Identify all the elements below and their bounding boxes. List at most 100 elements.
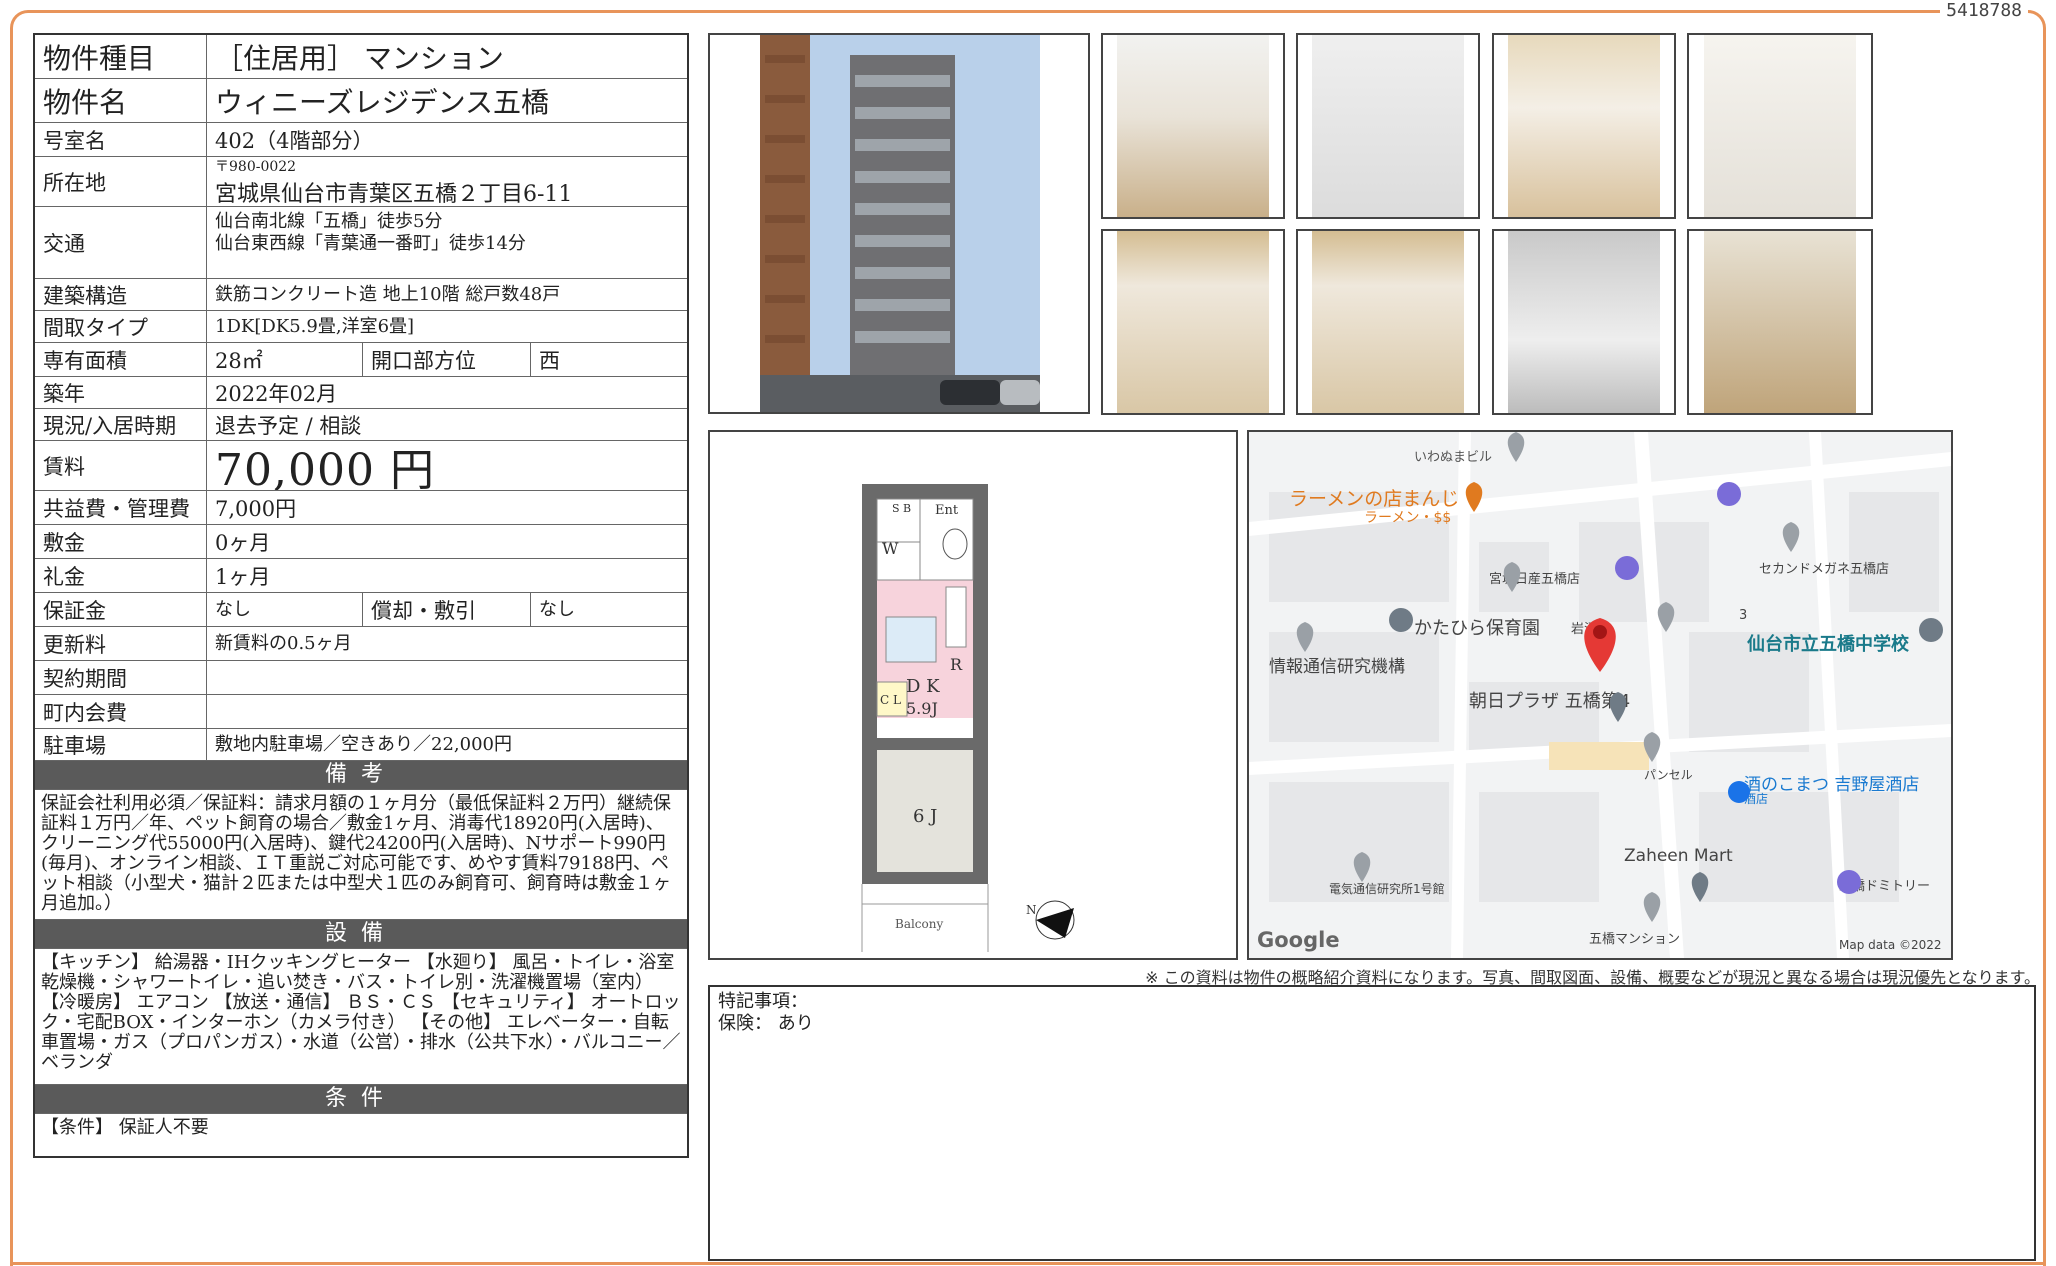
map-label-dormitory: 五橋ドミトリー — [1839, 879, 1931, 894]
fp-sb-label: S B — [892, 502, 911, 515]
fp-north-label: N — [1026, 903, 1037, 917]
map-label-block-number: 3 — [1739, 608, 1748, 623]
equipment-text: 【キッチン】 給湯器・IHクッキングヒーター 【水廻り】 風呂・トイレ・浴室乾燥… — [35, 949, 687, 1085]
fp-balcony-label: Balcony — [895, 917, 943, 931]
assoc-label: 町内会費 — [35, 695, 207, 728]
guarantee-value: なし — [207, 593, 363, 626]
map-label-mansion: 五橋マンション — [1589, 932, 1681, 947]
document-id: 5418788 — [1940, 0, 2028, 21]
property-name: ウィニーズレジデンス五橋 — [215, 85, 550, 119]
renewal-value: 新賃料の0.5ヶ月 — [215, 632, 352, 654]
structure-value: 鉄筋コンクリート造 地上10階 総戸数48戸 — [215, 283, 561, 305]
map-label-iwanuma: いわぬまビル — [1414, 450, 1493, 465]
type-value: ［住居用］ マンション — [215, 41, 504, 75]
bathroom-photo — [1296, 33, 1480, 219]
hallway-photo — [1687, 229, 1873, 415]
map-label-panseru: パンセル — [1644, 768, 1693, 782]
conditions-heading: 条件 — [35, 1085, 687, 1114]
traffic-label: 交通 — [35, 207, 207, 278]
type-label: 物件種目 — [35, 35, 207, 78]
map-attribution: Map data ©2022 — [1839, 938, 1942, 952]
map-label-iwanumaya: 岩沼屋 — [1571, 622, 1611, 637]
renewal-label: 更新料 — [35, 627, 207, 660]
living-room-photo — [1492, 33, 1676, 219]
floor-plan: S B Ent W C L R D K 5.9J 6 J Balcony N — [708, 430, 1238, 960]
remarks-line-2: 保険： あり — [718, 1013, 814, 1034]
address-label: 所在地 — [35, 157, 207, 206]
fp-room-label: 6 J — [913, 806, 937, 827]
fee-label: 共益費・管理費 — [35, 491, 207, 524]
amort-value: なし — [539, 598, 575, 620]
traffic-line-2: 仙台東西線「青葉通一番町」徒歩14分 — [215, 233, 526, 254]
keymoney-label: 礼金 — [35, 559, 207, 592]
floor-plan-drawing: S B Ent W C L R D K 5.9J 6 J Balcony N — [861, 484, 1075, 952]
room-photo-1 — [1101, 229, 1285, 415]
fp-dk-label: D K — [906, 676, 940, 697]
rent-value: 70,000 円 — [215, 444, 435, 491]
direction-label: 開口部方位 — [363, 343, 531, 376]
parking-value: 敷地内駐車場／空きあり／22,000円 — [215, 733, 512, 755]
direction-value: 西 — [539, 348, 560, 373]
google-logo: Google — [1257, 928, 1340, 952]
status-label: 現況/入居時期 — [35, 409, 207, 440]
amort-label: 償却・敷引 — [363, 593, 531, 626]
fee-value: 7,000円 — [215, 496, 297, 521]
area-label: 専有面積 — [35, 343, 207, 376]
map-label-school: 仙台市立五橋中学校 — [1747, 634, 1909, 655]
fp-r-label: R — [950, 655, 963, 674]
assoc-value — [207, 695, 687, 728]
map-label-megane: セカンドメガネ五橋店 — [1759, 562, 1890, 577]
remarks-line-1: 特記事項： — [718, 991, 808, 1012]
map-label-liquor-type: 酒店 — [1744, 792, 1769, 806]
building-exterior-photo — [708, 33, 1090, 414]
contract-value — [207, 661, 687, 694]
address-cell: 〒980-0022 宮城県仙台市青葉区五橋２丁目6-11 — [207, 157, 687, 207]
equipment-heading: 設備 — [35, 920, 687, 949]
room-photo-2 — [1296, 229, 1480, 415]
toilet-photo — [1687, 33, 1873, 219]
map-label-nict: 情報通信研究機構 — [1269, 657, 1405, 677]
name-label: 物件名 — [35, 79, 207, 122]
postal-code: 〒980-0022 — [215, 158, 297, 175]
fp-dk-size: 5.9J — [906, 699, 938, 718]
structure-label: 建築構造 — [35, 279, 207, 310]
layout-value: 1DK[DK5.9畳,洋室6畳] — [215, 315, 415, 337]
room-label: 号室名 — [35, 123, 207, 156]
fp-cl-label: C L — [880, 693, 901, 707]
map-label-asahi-plaza: 朝日プラザ 五橋第4 — [1469, 691, 1631, 712]
area-value: 28㎡ — [207, 343, 363, 376]
map-label-liquor: 酒のこまつ 吉野屋酒店 — [1744, 775, 1920, 795]
contract-label: 契約期間 — [35, 661, 207, 694]
parking-label: 駐車場 — [35, 729, 207, 760]
deposit-value: 0ヶ月 — [215, 530, 271, 555]
map-label-denki: 電気通信研究所1号館 — [1329, 882, 1445, 896]
map-label-nissan: 宮城日産五橋店 — [1489, 572, 1581, 587]
conditions-text: 【条件】 保証人不要 — [41, 1117, 209, 1138]
map-label-ramen-price: ラーメン・$$ — [1364, 510, 1452, 526]
notes-heading: 備考 — [35, 761, 687, 790]
north-arrow-icon — [1035, 900, 1075, 940]
special-remarks-box: 特記事項： 保険： あり — [708, 985, 2036, 1261]
built-value: 2022年02月 — [215, 381, 338, 406]
notes-text: 保証会社利用必須／保証料：請求月額の１ヶ月分（最低保証料２万円）継続保証料１万円… — [35, 790, 687, 920]
rent-label: 賃料 — [35, 441, 207, 490]
fp-ent-label: Ent — [935, 503, 959, 518]
layout-label: 間取タイプ — [35, 311, 207, 342]
map-label-zaheen: Zaheen Mart — [1624, 846, 1733, 866]
deposit-label: 敷金 — [35, 525, 207, 558]
building-illustration — [760, 35, 1040, 412]
address-value: 宮城県仙台市青葉区五橋２丁目6-11 — [215, 181, 573, 207]
fp-w-label: W — [882, 539, 899, 558]
traffic-line-1: 仙台南北線「五橋」徒歩5分 — [215, 211, 443, 232]
room-value: 402（4階部分） — [215, 128, 374, 153]
keymoney-value: 1ヶ月 — [215, 564, 271, 589]
guarantee-label: 保証金 — [35, 593, 207, 626]
map-label-nursery: かたひら保育園 — [1414, 618, 1540, 639]
status-value: 退去予定 / 相談 — [215, 413, 362, 438]
kitchen-photo — [1101, 33, 1285, 219]
washroom-photo — [1492, 229, 1676, 415]
location-map[interactable]: いわぬまビル ラーメンの店まんじ ラーメン・$$ 宮城日産五橋店 セカンドメガネ… — [1247, 430, 1953, 960]
property-spec-table: 物件種目 ［住居用］ マンション 物件名 ウィニーズレジデンス五橋 号室名 402（4… — [33, 33, 689, 1158]
built-label: 築年 — [35, 377, 207, 408]
traffic-cell: 仙台南北線「五橋」徒歩5分 仙台東西線「青葉通一番町」徒歩14分 — [207, 207, 687, 278]
